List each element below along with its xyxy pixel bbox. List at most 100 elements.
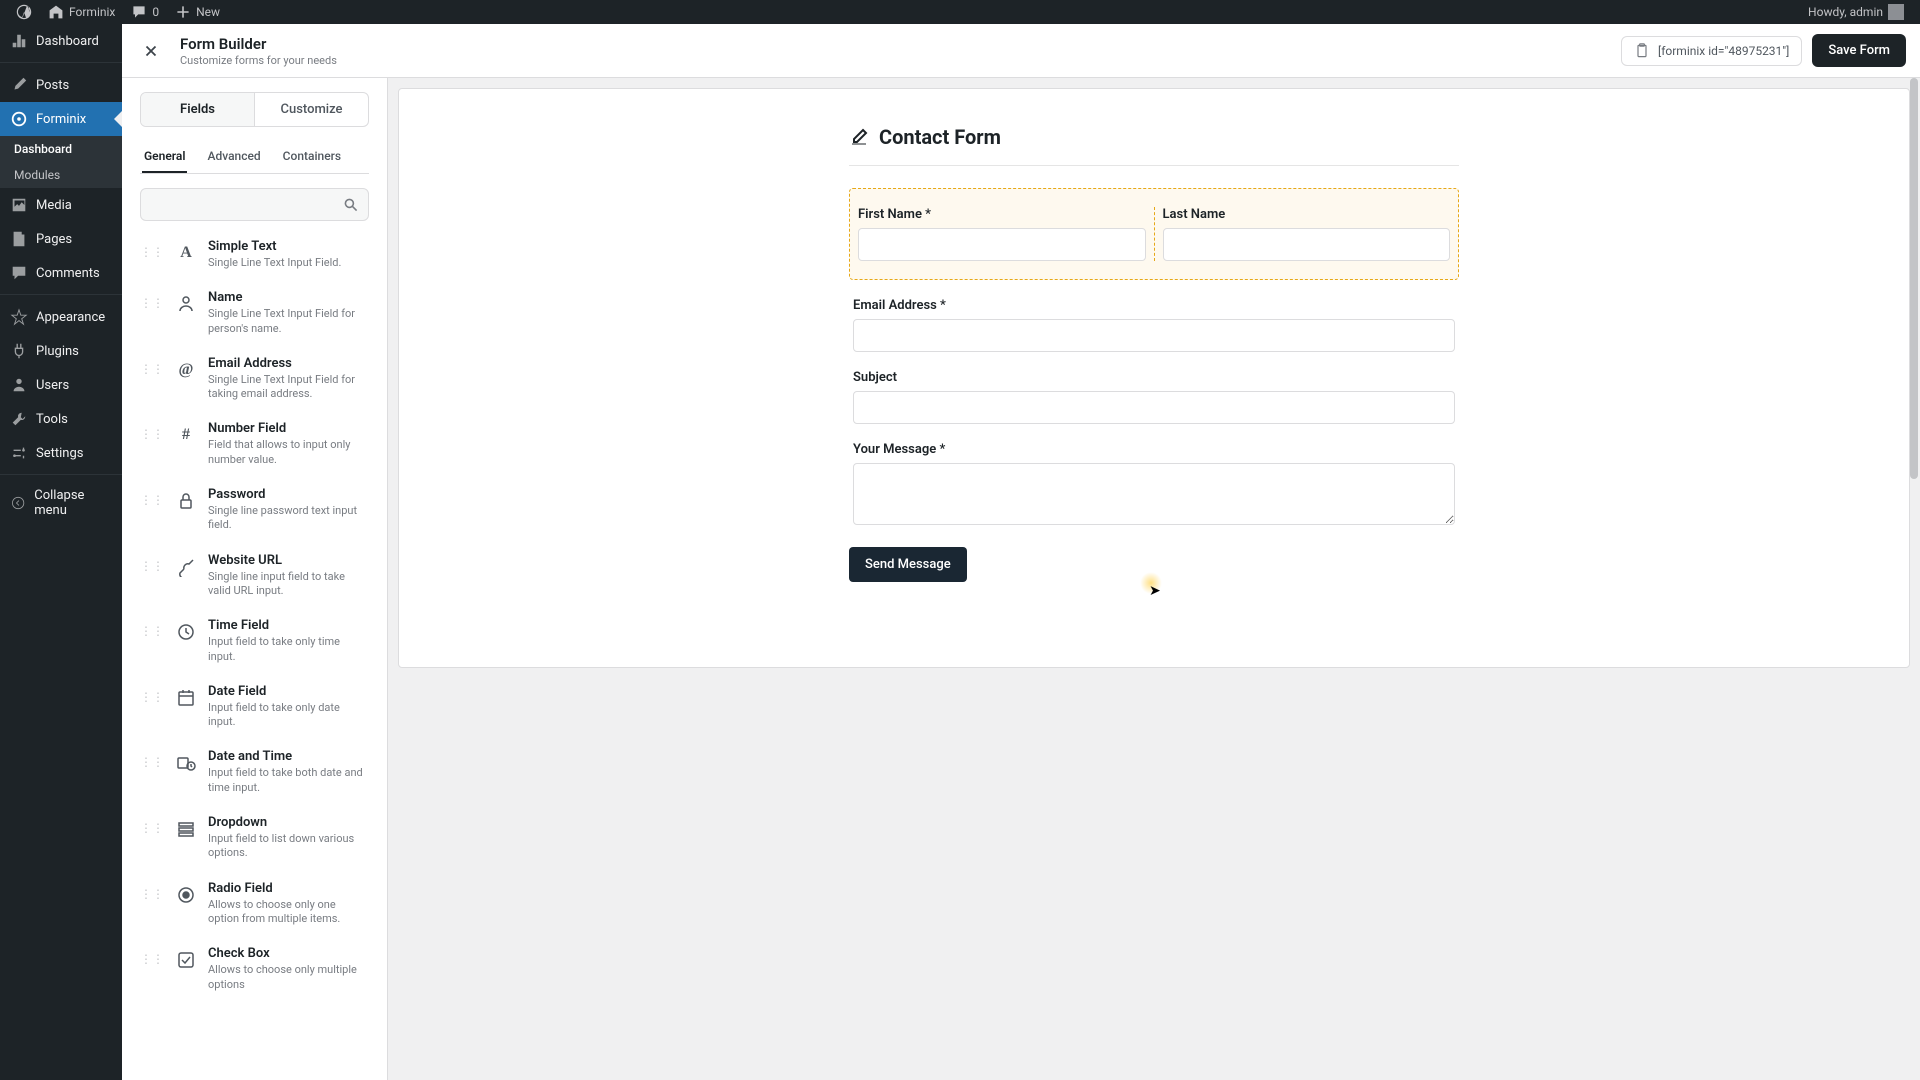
field-type-title: Dropdown <box>208 815 369 830</box>
new-content[interactable]: New <box>167 0 228 24</box>
clipboard-icon <box>1634 43 1650 59</box>
input-last-name[interactable] <box>1163 228 1451 261</box>
input-email[interactable] <box>853 319 1455 352</box>
field-type-item[interactable]: ⋮⋮ Check BoxAllows to choose only multip… <box>140 936 369 1002</box>
wp-admin-bar: Forminix 0 New Howdy, admin <box>0 0 1920 24</box>
tab-fields[interactable]: Fields <box>141 93 254 126</box>
input-first-name[interactable] <box>858 228 1146 261</box>
drag-handle-icon: ⋮⋮ <box>140 755 164 769</box>
drag-handle-icon: ⋮⋮ <box>140 245 164 259</box>
wp-logo[interactable] <box>8 0 40 24</box>
sidebar-item-posts[interactable]: Posts <box>0 68 122 102</box>
field-type-item[interactable]: ⋮⋮ PasswordSingle line password text inp… <box>140 477 369 543</box>
page-title: Form Builder <box>180 35 337 53</box>
sidebar-item-pages[interactable]: Pages <box>0 222 122 256</box>
wp-admin-sidebar: Dashboard Posts Forminix Dashboard Modul… <box>0 24 122 1080</box>
label-first-name: First Name * <box>858 207 1146 222</box>
field-type-icon <box>174 883 198 907</box>
field-type-item[interactable]: ⋮⋮ Radio Field Allows to choose only one … <box>140 871 369 937</box>
tab-customize[interactable]: Customize <box>254 93 368 126</box>
form-row-message[interactable]: Your Message * <box>849 442 1459 529</box>
subtab-containers[interactable]: Containers <box>281 141 343 173</box>
page-subtitle: Customize forms for your needs <box>180 54 337 67</box>
field-type-title: Password <box>208 487 369 502</box>
drag-handle-icon: ⋮⋮ <box>140 821 164 835</box>
field-type-item[interactable]: ⋮⋮ Date and TimeInput field to take both… <box>140 739 369 805</box>
sidebar-item-tools[interactable]: Tools <box>0 402 122 436</box>
shortcode-display[interactable]: [forminix id="48975231"] <box>1621 36 1802 66</box>
field-type-item[interactable]: ⋮⋮ Dropdown Input field to list down vari… <box>140 805 369 871</box>
field-type-icon <box>174 292 198 316</box>
sidebar-item-media[interactable]: Media <box>0 188 122 222</box>
sidebar-collapse[interactable]: Collapse menu <box>0 480 122 526</box>
scrollbar[interactable] <box>1909 78 1919 1080</box>
field-type-item[interactable]: ⋮⋮ @ Email AddressSingle Line Text Input… <box>140 346 369 412</box>
input-subject[interactable] <box>853 391 1455 424</box>
label-subject: Subject <box>853 370 1455 385</box>
field-type-item[interactable]: ⋮⋮ Date Field Input field to take only da… <box>140 674 369 740</box>
field-type-item[interactable]: ⋮⋮ Website URLSingle line input field to… <box>140 543 369 609</box>
field-type-desc: Field that allows to input only number v… <box>208 438 369 467</box>
sidebar-sub-dashboard[interactable]: Dashboard <box>0 136 122 162</box>
field-type-desc: Input field to take only date input. <box>208 701 369 730</box>
field-type-icon <box>174 817 198 841</box>
field-type-desc: Input field to take only time input. <box>208 635 369 664</box>
field-type-desc: Single Line Text Input Field for taking … <box>208 373 369 402</box>
form-canvas[interactable]: Contact Form First Name * Last Name <box>398 88 1910 668</box>
field-type-item[interactable]: ⋮⋮ Time FieldInput field to take only ti… <box>140 608 369 674</box>
label-email: Email Address * <box>853 298 1455 313</box>
form-title[interactable]: Contact Form <box>879 125 1001 149</box>
sidebar-item-comments[interactable]: Comments <box>0 256 122 290</box>
comments-count[interactable]: 0 <box>123 0 167 24</box>
search-icon <box>343 197 359 213</box>
field-type-desc: Allows to choose only one option from mu… <box>208 898 369 927</box>
subtab-general[interactable]: General <box>142 141 187 173</box>
save-form-button[interactable]: Save Form <box>1812 34 1906 67</box>
site-name[interactable]: Forminix <box>40 0 123 24</box>
howdy-user[interactable]: Howdy, admin <box>1800 0 1912 24</box>
field-type-item[interactable]: ⋮⋮ # Number FieldField that allows to in… <box>140 411 369 477</box>
drag-handle-icon: ⋮⋮ <box>140 296 164 310</box>
drag-handle-icon: ⋮⋮ <box>140 887 164 901</box>
field-search-input[interactable] <box>140 188 369 221</box>
field-type-icon <box>174 489 198 513</box>
field-type-title: Email Address <box>208 356 369 371</box>
field-type-title: Simple Text <box>208 239 341 254</box>
field-type-item[interactable]: ⋮⋮ A Simple TextSingle Line Text Input F… <box>140 229 369 280</box>
form-row-email[interactable]: Email Address * <box>849 298 1459 352</box>
sidebar-item-settings[interactable]: Settings <box>0 436 122 470</box>
sidebar-item-users[interactable]: Users <box>0 368 122 402</box>
form-row-subject[interactable]: Subject <box>849 370 1459 424</box>
builder-header: Form Builder Customize forms for your ne… <box>122 24 1920 78</box>
subtab-advanced[interactable]: Advanced <box>205 141 262 173</box>
label-message: Your Message * <box>853 442 1455 457</box>
field-type-icon <box>174 555 198 579</box>
sidebar-item-forminix[interactable]: Forminix <box>0 102 122 136</box>
label-last-name: Last Name <box>1163 207 1451 222</box>
field-type-item[interactable]: ⋮⋮ NameSingle Line Text Input Field for … <box>140 280 369 346</box>
field-type-icon <box>174 620 198 644</box>
submit-button[interactable]: Send Message <box>849 547 967 582</box>
field-type-title: Date Field <box>208 684 369 699</box>
sidebar-item-plugins[interactable]: Plugins <box>0 334 122 368</box>
drag-handle-icon: ⋮⋮ <box>140 362 164 376</box>
close-button[interactable] <box>136 36 166 66</box>
sidebar-item-appearance[interactable]: Appearance <box>0 300 122 334</box>
field-type-title: Number Field <box>208 421 369 436</box>
drag-handle-icon: ⋮⋮ <box>140 559 164 573</box>
input-message[interactable] <box>853 463 1455 525</box>
field-type-title: Check Box <box>208 946 369 961</box>
field-type-title: Time Field <box>208 618 369 633</box>
avatar <box>1888 4 1904 20</box>
edit-icon <box>849 127 869 147</box>
field-type-desc: Input field to list down various options… <box>208 832 369 861</box>
field-type-desc: Input field to take both date and time i… <box>208 766 369 795</box>
drag-handle-icon: ⋮⋮ <box>140 493 164 507</box>
drag-handle-icon: ⋮⋮ <box>140 427 164 441</box>
sidebar-sub-modules[interactable]: Modules <box>0 162 122 188</box>
field-type-title: Name <box>208 290 369 305</box>
field-type-title: Radio Field <box>208 881 369 896</box>
drag-handle-icon: ⋮⋮ <box>140 690 164 704</box>
form-row-name[interactable]: First Name * Last Name <box>849 188 1459 280</box>
sidebar-item-dashboard[interactable]: Dashboard <box>0 24 122 58</box>
